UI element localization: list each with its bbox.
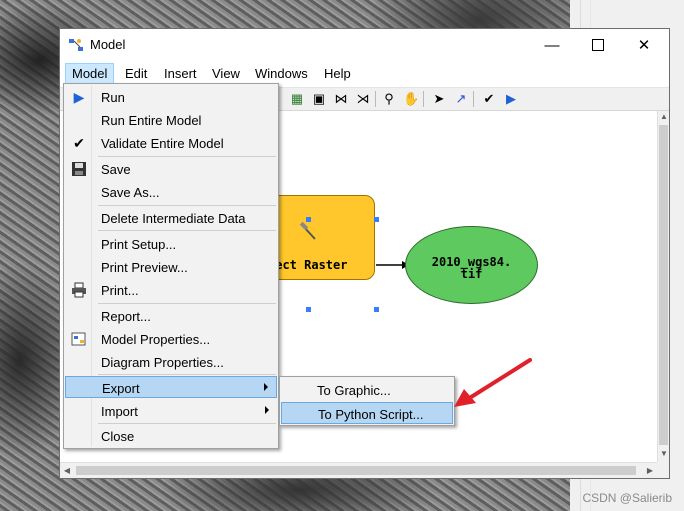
select-pointer-icon[interactable]: ➤: [431, 91, 447, 107]
pan-icon[interactable]: ✋: [403, 91, 419, 107]
scroll-down-icon[interactable]: ▼: [658, 448, 670, 460]
menu-item-print-preview[interactable]: Print Preview...: [65, 256, 277, 278]
menu-item-run[interactable]: ▶ Run: [65, 86, 277, 108]
close-button[interactable]: ✕: [621, 29, 667, 61]
export-submenu: To Graphic... To Python Script...: [279, 376, 455, 426]
menu-view[interactable]: View: [206, 63, 246, 85]
grid-layout-icon[interactable]: ▦: [289, 91, 305, 107]
selection-handle[interactable]: [306, 217, 311, 222]
menu-item-save-as[interactable]: Save As...: [65, 181, 277, 203]
run-icon[interactable]: ▶: [503, 91, 519, 107]
menu-edit[interactable]: Edit: [119, 63, 153, 85]
horizontal-scrollbar[interactable]: ◀ ▶: [60, 462, 657, 478]
watermark: CSDN @Salierib: [582, 491, 672, 505]
zoom-in-fixed-icon[interactable]: ⋈: [333, 91, 349, 107]
menu-bar: Model Edit Insert View Windows Help: [60, 63, 669, 85]
run-icon: ▶: [73, 89, 85, 105]
zoom-in-icon[interactable]: ⚲: [381, 91, 397, 107]
submenu-item-to-graphic[interactable]: To Graphic...: [281, 379, 453, 401]
window-title: Model: [90, 37, 126, 52]
scroll-left-icon[interactable]: ◀: [60, 463, 74, 478]
menu-item-run-entire-model[interactable]: Run Entire Model: [65, 109, 277, 131]
menu-item-close[interactable]: Close: [65, 425, 277, 447]
menu-item-print[interactable]: Print...: [65, 279, 277, 301]
menu-item-diagram-properties[interactable]: Diagram Properties...: [65, 351, 277, 373]
menu-item-report[interactable]: Report...: [65, 305, 277, 327]
tool-node-label: ject Raster: [268, 258, 348, 272]
selection-handle[interactable]: [306, 307, 311, 312]
submenu-item-to-python-script[interactable]: To Python Script...: [281, 402, 453, 424]
selection-handle[interactable]: [374, 217, 379, 222]
maximize-button[interactable]: [575, 29, 621, 61]
full-extent-icon[interactable]: ▣: [311, 91, 327, 107]
menu-item-save[interactable]: Save: [65, 158, 277, 180]
save-icon: [71, 161, 87, 177]
submenu-arrow-icon: [264, 383, 268, 391]
model-properties-icon: [71, 331, 87, 347]
zoom-out-fixed-icon[interactable]: ⋊: [355, 91, 371, 107]
menu-windows[interactable]: Windows: [249, 63, 314, 85]
vertical-scrollbar[interactable]: ▲ ▼: [657, 111, 669, 462]
menu-item-validate-entire-model[interactable]: ✔ Validate Entire Model: [65, 132, 277, 154]
minimize-button[interactable]: —: [529, 29, 575, 61]
menu-item-export[interactable]: Export: [65, 376, 277, 398]
annotation-arrow-icon: [454, 358, 532, 407]
menu-model[interactable]: Model: [65, 63, 115, 85]
hammer-icon: [299, 222, 316, 240]
add-connection-icon[interactable]: ↗: [453, 91, 469, 107]
output-data-label: 2010_wgs84. tif: [431, 255, 512, 281]
menu-insert[interactable]: Insert: [158, 63, 203, 85]
printer-icon: [71, 282, 87, 298]
model-menu-dropdown: ▶ Run Run Entire Model ✔ Validate Entire…: [63, 83, 279, 449]
checkmark-icon: ✔: [73, 135, 85, 151]
title-bar[interactable]: Model — ✕: [60, 29, 669, 61]
menu-item-import[interactable]: Import: [65, 400, 277, 422]
menu-item-model-properties[interactable]: Model Properties...: [65, 328, 277, 350]
validate-icon[interactable]: ✔: [481, 91, 497, 107]
menu-item-print-setup[interactable]: Print Setup...: [65, 233, 277, 255]
scroll-up-icon[interactable]: ▲: [658, 111, 670, 123]
menu-item-delete-intermediate-data[interactable]: Delete Intermediate Data: [65, 207, 277, 229]
selection-handle[interactable]: [374, 307, 379, 312]
scroll-right-icon[interactable]: ▶: [643, 463, 657, 478]
menu-help[interactable]: Help: [318, 63, 357, 85]
model-icon: [69, 39, 83, 51]
submenu-arrow-icon: [265, 406, 269, 414]
